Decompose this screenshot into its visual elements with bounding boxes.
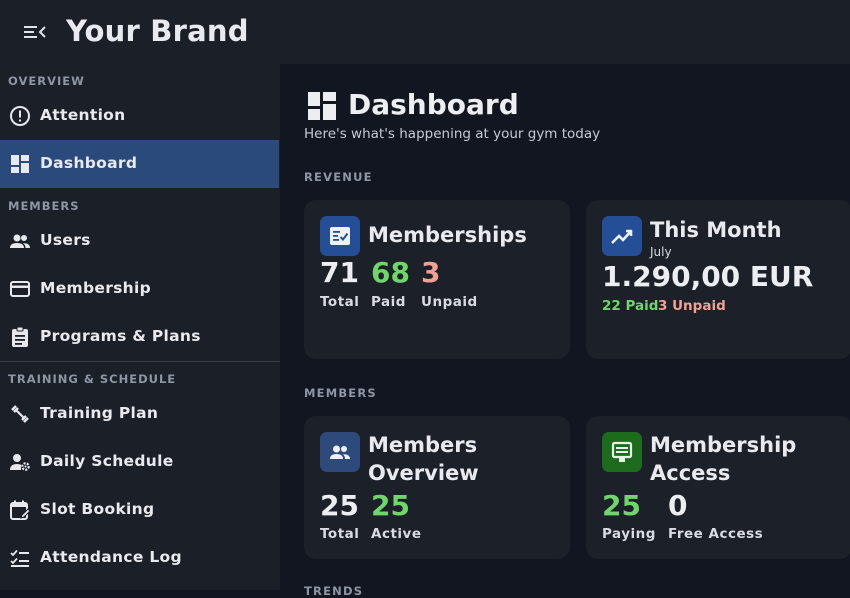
main-content: Dashboard Here's what's happening at you… — [280, 64, 850, 598]
page-title: Dashboard — [348, 88, 519, 121]
membership-free-label: Free Access — [668, 526, 764, 542]
this-month-amount: 1.290,00 EUR — [602, 260, 814, 293]
this-month-month: July — [650, 245, 672, 259]
this-month-card[interactable]: This Month July 1.290,00 EUR 22 Paid 3 U… — [586, 200, 850, 359]
membership-access-title-line2: Access — [650, 461, 731, 485]
sidebar-section-training-schedule: TRAINING & SCHEDULE — [8, 372, 177, 386]
top-bar: Your Brand — [0, 0, 850, 64]
sidebar-item-label: Daily Schedule — [40, 452, 174, 470]
membership-access-card[interactable]: Membership Access 25 Paying 0 Free Acces… — [586, 416, 850, 559]
sidebar-item-label: Programs & Plans — [40, 327, 201, 345]
sidebar-item-slot-booking[interactable]: Slot Booking — [0, 486, 279, 534]
membership-free-value: 0 — [668, 489, 688, 522]
sidebar-section-members: MEMBERS — [8, 199, 80, 213]
sidebar-item-attention[interactable]: Attention — [0, 92, 279, 140]
sidebar-item-attendance-log[interactable]: Attendance Log — [0, 534, 279, 582]
card-membership-icon — [320, 216, 360, 256]
memberships-paid-label: Paid — [371, 294, 406, 310]
users-icon — [10, 234, 30, 248]
memberships-unpaid-value: 3 — [421, 256, 441, 289]
members-total-label: Total — [320, 526, 360, 542]
this-month-paid: 22 Paid — [602, 298, 659, 314]
sidebar-item-label: Attendance Log — [40, 548, 182, 566]
members-active-value: 25 — [371, 489, 410, 522]
menu-collapse-icon[interactable] — [24, 22, 46, 42]
sidebar-item-users[interactable]: Users — [0, 217, 279, 265]
memberships-card[interactable]: Memberships 71 Total 68 Paid 3 Unpaid — [304, 200, 570, 359]
memberships-title: Memberships — [368, 223, 527, 247]
sidebar-item-membership[interactable]: Membership — [0, 265, 279, 313]
calendar-edit-icon — [10, 500, 31, 520]
sidebar-item-label: Training Plan — [40, 404, 159, 422]
sidebar-item-label: Membership — [40, 279, 152, 297]
sidebar: OVERVIEW Attention Dashboard MEMBERS Use… — [0, 64, 280, 590]
membership-paying-value: 25 — [602, 489, 641, 522]
credit-card-icon — [10, 281, 30, 297]
section-title-trends: TRENDS — [304, 584, 364, 598]
membership-paying-label: Paying — [602, 526, 656, 542]
brand-title[interactable]: Your Brand — [66, 14, 249, 48]
dashboard-icon — [11, 155, 29, 173]
sidebar-item-dashboard[interactable]: Dashboard — [0, 140, 279, 188]
memberships-unpaid-label: Unpaid — [421, 294, 478, 310]
person-gear-icon — [10, 454, 30, 471]
memberships-total-value: 71 — [320, 256, 359, 289]
sidebar-divider — [0, 361, 280, 362]
memberships-paid-value: 68 — [371, 256, 410, 289]
sidebar-item-programs-plans[interactable]: Programs & Plans — [0, 313, 279, 361]
page-subtitle: Here's what's happening at your gym toda… — [304, 126, 601, 142]
membership-access-title-line1: Membership — [650, 433, 797, 457]
clipboard-icon — [12, 326, 28, 347]
alert-circle-icon — [10, 106, 30, 126]
members-overview-card[interactable]: Members Overview 25 Total 25 Active — [304, 416, 570, 559]
sidebar-item-training-plan[interactable]: Training Plan — [0, 390, 279, 438]
this-month-unpaid: 3 Unpaid — [658, 298, 726, 314]
members-total-value: 25 — [320, 489, 359, 522]
members-active-label: Active — [371, 526, 422, 542]
sidebar-item-daily-schedule[interactable]: Daily Schedule — [0, 438, 279, 486]
sidebar-item-label: Attention — [40, 106, 126, 124]
dashboard-icon — [308, 92, 336, 120]
members-overview-title-line1: Members — [368, 433, 478, 457]
memberships-total-label: Total — [320, 294, 360, 310]
sidebar-item-label: Dashboard — [40, 154, 138, 172]
sidebar-item-label: Users — [40, 231, 91, 249]
trending-up-icon — [602, 216, 642, 256]
members-overview-title-line2: Overview — [368, 461, 479, 485]
section-title-revenue: REVENUE — [304, 170, 373, 184]
checklist-icon — [10, 549, 29, 567]
section-title-members: MEMBERS — [304, 386, 377, 400]
users-icon — [320, 432, 360, 472]
card-membership-access-icon — [602, 432, 642, 472]
this-month-title: This Month — [650, 218, 782, 242]
dumbbell-icon — [11, 405, 29, 423]
sidebar-section-overview: OVERVIEW — [8, 74, 85, 88]
sidebar-item-label: Slot Booking — [40, 500, 155, 518]
